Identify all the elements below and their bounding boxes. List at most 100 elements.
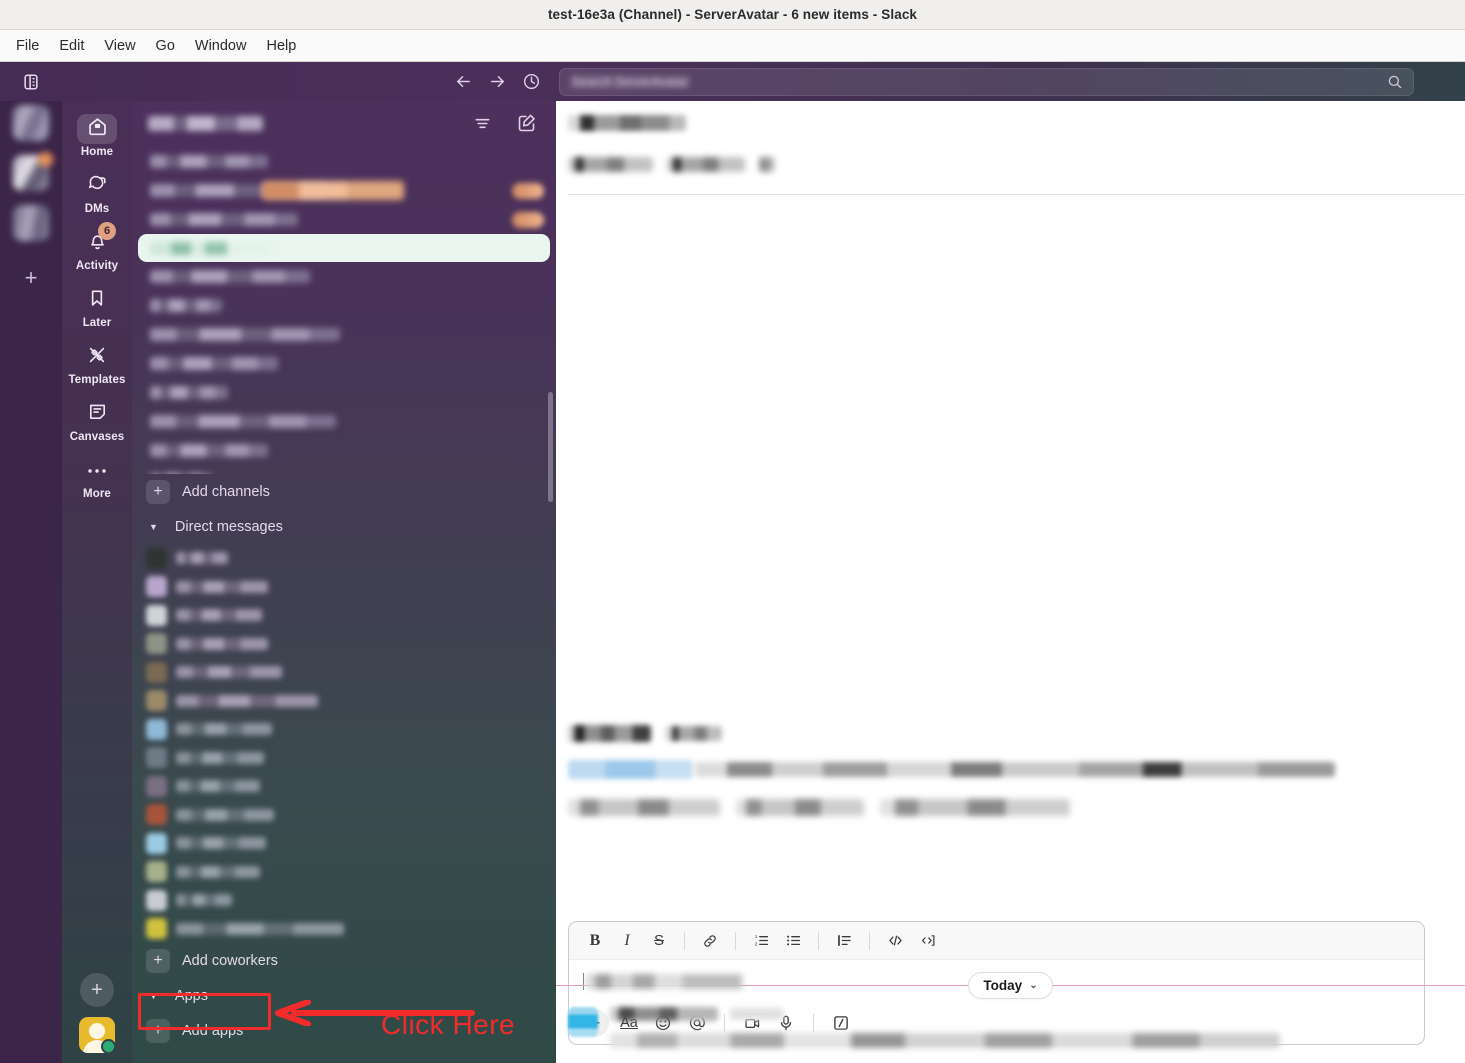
code-icon[interactable] xyxy=(881,928,909,954)
message-attachment-chip[interactable] xyxy=(880,799,1070,816)
message-body xyxy=(568,760,1425,779)
message-timestamp-redacted xyxy=(730,1008,784,1020)
compose-icon[interactable] xyxy=(516,112,538,134)
nav-item-later[interactable]: Later xyxy=(66,277,128,329)
message-attachment-chip[interactable] xyxy=(568,799,720,816)
message-attachment-chip[interactable] xyxy=(736,799,864,816)
user-avatar[interactable] xyxy=(79,1017,115,1053)
annotation-highlight-box xyxy=(138,993,271,1030)
channel-row[interactable] xyxy=(132,407,556,436)
channel-name-redacted[interactable] xyxy=(568,115,686,131)
forward-arrow-icon[interactable] xyxy=(488,72,507,91)
sidebar-toggle-icon[interactable] xyxy=(22,73,40,91)
dm-row[interactable] xyxy=(132,915,556,944)
dm-row[interactable] xyxy=(132,630,556,659)
nav-item-home[interactable]: Home xyxy=(66,106,128,158)
channel-row[interactable] xyxy=(132,205,556,234)
channel-row[interactable] xyxy=(132,262,556,291)
dm-row[interactable] xyxy=(132,744,556,773)
channel-row[interactable] xyxy=(132,436,556,465)
templates-icon xyxy=(86,344,108,371)
italic-button[interactable]: I xyxy=(613,928,641,954)
dm-row[interactable] xyxy=(132,886,556,915)
add-channels-label: Add channels xyxy=(182,484,270,500)
channel-meta-chip[interactable] xyxy=(568,157,653,172)
toolbar-separator xyxy=(684,931,685,950)
strikethrough-button[interactable]: S xyxy=(645,928,673,954)
ordered-list-icon[interactable]: 1 2 xyxy=(747,928,775,954)
channel-row[interactable] xyxy=(132,320,556,349)
dm-row[interactable] xyxy=(132,858,556,887)
main-content: Today ⌄ B I S 1 2 Aa xyxy=(556,62,1465,1063)
date-divider-pill[interactable]: Today ⌄ xyxy=(968,972,1053,999)
message-timestamp-redacted xyxy=(665,726,722,741)
channel-meta-chip[interactable] xyxy=(759,157,775,172)
menu-help[interactable]: Help xyxy=(258,34,304,58)
message-author-redacted[interactable] xyxy=(568,725,651,742)
direct-messages-section-header[interactable]: ▼ Direct messages xyxy=(132,510,556,544)
formatting-toolbar: B I S 1 2 xyxy=(569,922,1424,960)
more-icon-box xyxy=(77,456,117,486)
nav-item-canvases[interactable]: Canvases xyxy=(66,391,128,443)
dm-row[interactable] xyxy=(132,601,556,630)
nav-item-more[interactable]: More xyxy=(66,448,128,500)
channel-row[interactable] xyxy=(132,349,556,378)
add-coworkers-button[interactable]: + Add coworkers xyxy=(132,943,556,979)
bookmark-icon xyxy=(87,288,107,313)
direct-messages-label: Direct messages xyxy=(174,519,283,535)
blockquote-icon[interactable] xyxy=(830,928,858,954)
link-icon[interactable] xyxy=(696,928,724,954)
workspace-avatar-3[interactable] xyxy=(13,205,49,241)
workspace-avatar-1[interactable] xyxy=(13,105,49,141)
toolbar-separator xyxy=(735,931,736,950)
channel-row[interactable] xyxy=(132,378,556,407)
history-clock-icon[interactable] xyxy=(522,72,541,91)
nav-item-activity[interactable]: 6 Activity xyxy=(66,220,128,272)
bulleted-list-icon[interactable] xyxy=(779,928,807,954)
workspace-avatar-2[interactable] xyxy=(13,152,53,191)
menu-file[interactable]: File xyxy=(8,34,47,58)
filter-icon[interactable] xyxy=(473,114,492,133)
dm-row[interactable] xyxy=(132,715,556,744)
search-input[interactable]: Search ServerAvatar xyxy=(559,67,1414,96)
dm-row[interactable] xyxy=(132,829,556,858)
add-channels-button[interactable]: + Add channels xyxy=(132,474,556,510)
dm-row[interactable] xyxy=(132,687,556,716)
channel-unread-badge xyxy=(512,182,544,199)
workspace-name[interactable] xyxy=(148,115,263,131)
back-arrow-icon[interactable] xyxy=(454,72,473,91)
menu-window[interactable]: Window xyxy=(187,34,255,58)
menu-view[interactable]: View xyxy=(96,34,143,58)
window-titlebar: test-16e3a (Channel) - ServerAvatar - 6 … xyxy=(0,0,1465,30)
dm-row[interactable] xyxy=(132,658,556,687)
add-workspace-button[interactable]: + xyxy=(18,265,44,291)
message-avatar[interactable] xyxy=(568,1007,598,1037)
channel-row[interactable] xyxy=(132,291,556,320)
channel-meta-chip[interactable] xyxy=(667,157,745,172)
channel-list[interactable] xyxy=(132,145,556,474)
dm-list[interactable] xyxy=(132,544,556,943)
chevron-down-icon: ⌄ xyxy=(1029,980,1038,991)
menu-edit[interactable]: Edit xyxy=(51,34,92,58)
message-text-redacted xyxy=(695,762,1335,777)
code-block-icon[interactable] xyxy=(913,928,941,954)
dm-row[interactable] xyxy=(132,801,556,830)
message-author-redacted[interactable] xyxy=(610,1007,718,1021)
nav-column: Home DMs 6 Activity Later Templates Canv… xyxy=(62,62,132,1063)
message-mention-pill[interactable] xyxy=(568,760,693,779)
sidebar-scrollbar[interactable] xyxy=(548,392,553,502)
new-message-button[interactable]: + xyxy=(80,973,114,1007)
menu-go[interactable]: Go xyxy=(148,34,183,58)
dm-row[interactable] xyxy=(132,544,556,573)
channel-row[interactable] xyxy=(132,465,556,474)
channel-row[interactable] xyxy=(132,176,556,205)
nav-item-templates[interactable]: Templates xyxy=(66,334,128,386)
bold-button[interactable]: B xyxy=(581,928,609,954)
channel-row[interactable] xyxy=(132,147,556,176)
channel-row-selected[interactable] xyxy=(138,234,550,262)
message-content xyxy=(610,1007,1425,1048)
nav-item-dms[interactable]: DMs xyxy=(66,163,128,215)
dm-row[interactable] xyxy=(132,772,556,801)
dm-row[interactable] xyxy=(132,573,556,602)
message-list[interactable]: Today ⌄ xyxy=(556,195,1465,1048)
